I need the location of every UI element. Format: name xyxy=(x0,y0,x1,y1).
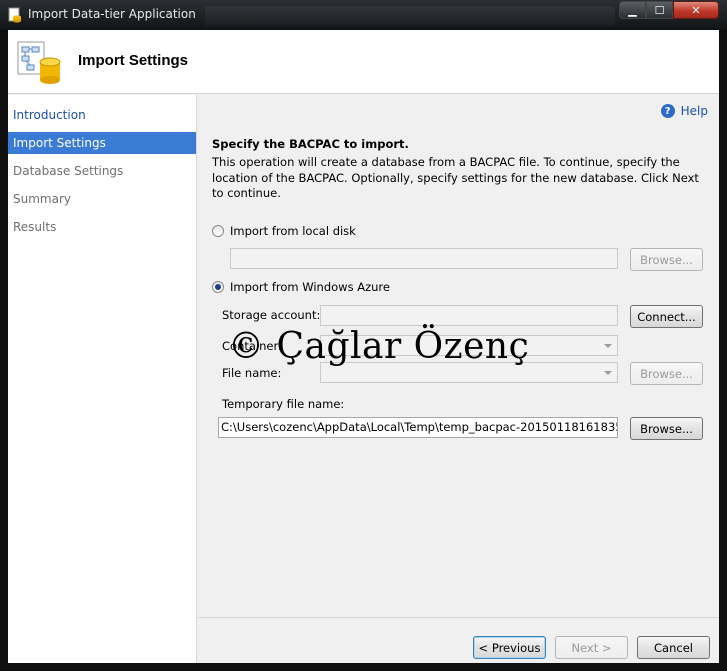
app-icon xyxy=(8,7,21,23)
wizard-steps-sidebar: Introduction Import Settings Database Se… xyxy=(8,95,197,663)
temp-browse-button[interactable]: Browse... xyxy=(630,417,703,440)
connect-button[interactable]: Connect... xyxy=(630,305,703,328)
section-description: This operation will create a database fr… xyxy=(212,155,699,200)
title-bar[interactable]: Import Data-tier Application ▁ ☐ ✕ xyxy=(0,0,727,30)
storage-account-label: Storage account: xyxy=(222,308,321,322)
next-button: Next > xyxy=(555,636,628,659)
dialog-window: Import Data-tier Application ▁ ☐ ✕ Impor… xyxy=(0,0,727,671)
local-disk-label: Import from local disk xyxy=(230,224,356,238)
minimize-button[interactable]: ▁ xyxy=(619,1,646,19)
local-disk-radio[interactable] xyxy=(212,225,224,237)
help-icon: ? xyxy=(660,104,675,118)
file-browse-button: Browse... xyxy=(630,362,703,385)
local-browse-button: Browse... xyxy=(630,248,703,271)
import-database-icon xyxy=(17,41,61,84)
local-disk-path-field xyxy=(230,248,618,269)
sidebar-item-results: Results xyxy=(13,220,57,234)
copyright-watermark: © Çağlar Özenç xyxy=(228,326,530,367)
sidebar-item-import-settings[interactable]: Import Settings xyxy=(8,132,196,154)
import-azure-option[interactable]: Import from Windows Azure xyxy=(212,280,390,294)
help-label: Help xyxy=(680,104,708,118)
window-title: Import Data-tier Application xyxy=(28,7,196,21)
radio-selected-dot xyxy=(215,284,221,290)
import-local-disk-option[interactable]: Import from local disk xyxy=(212,224,356,238)
sidebar-item-summary: Summary xyxy=(13,192,71,206)
maximize-button[interactable]: ☐ xyxy=(646,1,673,19)
temp-file-field[interactable]: C:\Users\cozenc\AppData\Local\Temp\temp_… xyxy=(218,417,618,438)
previous-button[interactable]: < Previous xyxy=(473,636,546,659)
azure-label: Import from Windows Azure xyxy=(230,280,390,294)
help-link[interactable]: ? Help xyxy=(660,104,708,118)
chevron-down-icon xyxy=(604,371,612,375)
cancel-button[interactable]: Cancel xyxy=(637,636,710,659)
background-ribbon xyxy=(205,6,615,26)
azure-radio[interactable] xyxy=(212,281,224,293)
close-button[interactable]: ✕ xyxy=(673,1,719,19)
file-name-label: File name: xyxy=(222,366,282,380)
caption-buttons: ▁ ☐ ✕ xyxy=(619,1,719,19)
page-title: Import Settings xyxy=(78,52,189,69)
sidebar-item-introduction[interactable]: Introduction xyxy=(8,104,196,126)
chevron-down-icon xyxy=(604,344,612,348)
temp-file-label: Temporary file name: xyxy=(222,397,345,411)
sidebar-item-database-settings: Database Settings xyxy=(13,164,124,178)
section-title: Specify the BACPAC to import. xyxy=(212,137,409,151)
storage-account-field xyxy=(320,305,618,326)
page-header: Import Settings xyxy=(8,30,719,94)
